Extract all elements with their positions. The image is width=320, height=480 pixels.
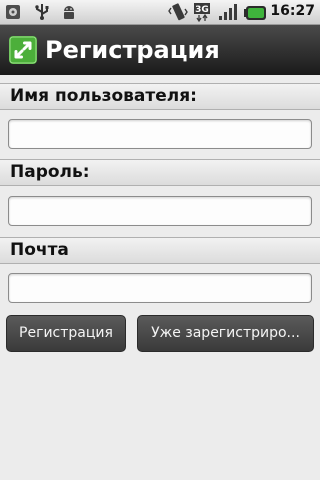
email-field[interactable] [8, 273, 312, 303]
password-field[interactable] [8, 196, 312, 226]
already-registered-button[interactable]: Уже зарегистриро... [137, 315, 314, 352]
battery-icon [244, 5, 268, 24]
email-label: Почта [0, 237, 320, 264]
app-arrows-icon [9, 36, 37, 68]
status-bar: 3G 16:27 [0, 0, 320, 25]
android-debug-icon [60, 3, 78, 25]
svg-text:3G: 3G [195, 5, 209, 15]
network-3g-icon: 3G [193, 2, 215, 26]
password-label: Пароль: [0, 159, 320, 186]
clock: 16:27 [270, 3, 315, 19]
title-bar: Регистрация [0, 25, 320, 75]
usb-icon [33, 3, 51, 25]
hdd-icon [4, 3, 22, 25]
username-field[interactable] [8, 119, 312, 149]
vibrate-icon [168, 3, 188, 25]
register-button[interactable]: Регистрация [6, 315, 126, 352]
page-title: Регистрация [45, 36, 220, 64]
signal-icon [218, 3, 240, 25]
username-label: Имя пользователя: [0, 83, 320, 110]
